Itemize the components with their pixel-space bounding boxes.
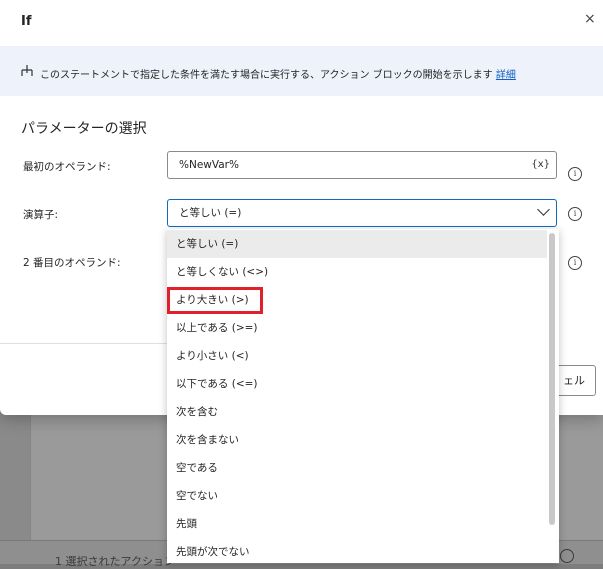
info-text: このステートメントで指定した条件を満たす場合に実行する、アクション ブロックの開… — [40, 70, 493, 81]
background-status-text: 1 選択されたアクション — [55, 555, 175, 568]
option-less-or-equal[interactable]: 以下である (<=) — [167, 370, 547, 398]
operator-value: と等しい (=) — [179, 207, 242, 219]
option-is-not-empty[interactable]: 空でない — [167, 482, 547, 510]
option-not-contains[interactable]: 次を含まない — [167, 426, 547, 454]
option-not-equal[interactable]: と等しくない (<>) — [167, 258, 547, 286]
first-operand-input[interactable]: %NewVar% {x} — [167, 151, 557, 179]
details-link[interactable]: 詳細 — [496, 70, 516, 81]
variable-picker-button[interactable]: {x} — [531, 152, 550, 178]
operator-label: 演算子: — [23, 209, 59, 221]
info-description: このステートメントで指定した条件を満たす場合に実行する、アクション ブロックの開… — [40, 66, 516, 81]
operator-select[interactable]: と等しい (=) — [167, 199, 557, 227]
dialog-title: If — [21, 14, 32, 29]
option-is-empty[interactable]: 空である — [167, 454, 547, 482]
footer-divider — [0, 343, 167, 344]
option-greater-or-equal[interactable]: 以上である (>=) — [167, 314, 547, 342]
option-not-starts-with[interactable]: 先頭が次でない — [167, 538, 547, 563]
option-equal[interactable]: と等しい (=) — [167, 230, 547, 258]
background-status-icon — [560, 549, 574, 563]
option-greater-than[interactable]: より大きい (>) — [167, 286, 547, 314]
chevron-down-icon — [537, 203, 550, 216]
first-operand-label: 最初のオペランド: — [23, 161, 111, 173]
option-starts-with[interactable]: 先頭 — [167, 510, 547, 538]
option-contains[interactable]: 次を含む — [167, 398, 547, 426]
section-title: パラメーターの選択 — [21, 121, 147, 137]
if-block-icon — [21, 65, 33, 76]
option-less-than[interactable]: より小さい (<) — [167, 342, 547, 370]
info-icon-operator[interactable]: i — [568, 207, 582, 221]
dropdown-scrollbar[interactable] — [549, 233, 555, 525]
second-operand-label: 2 番目のオペランド: — [23, 257, 121, 269]
info-icon-second-operand[interactable]: i — [568, 256, 582, 270]
operator-dropdown-list: と等しい (=) と等しくない (<>) より大きい (>) 以上である (>=… — [167, 229, 559, 563]
info-icon-first-operand[interactable]: i — [568, 167, 582, 181]
first-operand-value: %NewVar% — [179, 159, 239, 171]
close-icon[interactable]: × — [584, 11, 596, 27]
